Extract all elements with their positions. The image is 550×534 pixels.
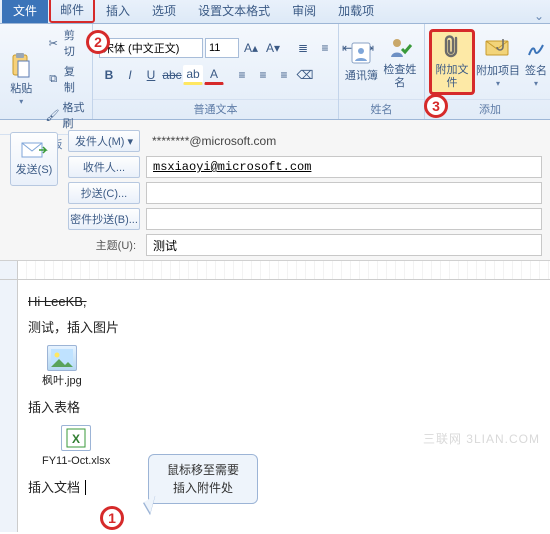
subject-label: 主题(U):: [68, 237, 140, 253]
body-line-2: 插入表格: [28, 398, 540, 418]
address-book-label: 通讯簿: [345, 70, 378, 83]
svg-text:X: X: [72, 432, 80, 446]
from-value: ********@microsoft.com: [146, 130, 542, 152]
mail-header: 发送(S) 发件人(M) ▾ ********@microsoft.com 收件…: [0, 120, 550, 261]
address-book-button[interactable]: 通讯簿: [343, 29, 380, 95]
align-center-button[interactable]: ≡: [253, 65, 273, 85]
brush-icon: 🖌: [46, 107, 60, 123]
to-button[interactable]: 收件人...: [68, 156, 140, 178]
attach-file-button[interactable]: 附加文件: [429, 29, 475, 95]
paste-button[interactable]: 粘贴 ▾: [4, 46, 39, 112]
tab-format-text[interactable]: 设置文本格式: [187, 0, 281, 23]
excel-file-icon: X: [61, 425, 91, 451]
tab-mail[interactable]: 邮件: [49, 0, 95, 23]
group-basic-text-label: 普通文本: [93, 99, 338, 119]
cut-button[interactable]: ✂ 剪切: [43, 26, 88, 60]
scissors-icon: ✂: [46, 35, 61, 51]
attach-file-label: 附加文件: [432, 64, 472, 90]
body-line-3: 插入文档: [28, 478, 540, 498]
step-marker-3: 3: [424, 94, 448, 118]
font-size-select[interactable]: [205, 38, 239, 58]
bcc-input[interactable]: [146, 208, 542, 230]
attachment-object-image[interactable]: 枫叶.jpg: [42, 345, 82, 390]
signature-button[interactable]: 签名 ▾: [521, 29, 550, 95]
group-names-label: 姓名: [339, 99, 424, 119]
callout-line2: 插入附件处: [157, 479, 249, 497]
attachment-object-xlsx[interactable]: X FY11-Oct.xlsx: [42, 425, 110, 470]
align-left-button[interactable]: ≡: [232, 65, 252, 85]
vertical-ruler[interactable]: [0, 280, 18, 532]
dropdown-caret-icon: ▾: [19, 97, 23, 107]
italic-button[interactable]: I: [120, 65, 140, 85]
group-clipboard: 粘贴 ▾ ✂ 剪切 ⧉ 复制 🖌 格式刷 剪贴板: [0, 24, 93, 119]
address-book-icon: [347, 39, 375, 67]
send-button[interactable]: 发送(S): [10, 132, 58, 186]
paperclip-icon: [438, 33, 466, 61]
group-names: 通讯簿 检查姓名 姓名: [339, 24, 425, 119]
clear-format-button[interactable]: ⌫: [295, 65, 315, 85]
horizontal-ruler[interactable]: [18, 261, 550, 279]
callout-line1: 鼠标移至需要: [157, 461, 249, 479]
font-color-button[interactable]: A: [204, 65, 224, 85]
cc-button[interactable]: 抄送(C)...: [68, 182, 140, 204]
bcc-button[interactable]: 密件抄送(B)...: [68, 208, 140, 230]
copy-label: 复制: [64, 63, 85, 95]
step-marker-1: 1: [100, 506, 124, 530]
check-names-button[interactable]: 检查姓名: [380, 29, 420, 95]
tab-file[interactable]: 文件: [2, 0, 48, 23]
bullets-button[interactable]: ≣: [293, 38, 313, 58]
ribbon: 粘贴 ▾ ✂ 剪切 ⧉ 复制 🖌 格式刷 剪贴板: [0, 24, 550, 120]
body-line-1: 测试，插入图片: [28, 318, 540, 338]
bold-button[interactable]: B: [99, 65, 119, 85]
instruction-callout: 鼠标移至需要 插入附件处: [148, 454, 258, 504]
copy-icon: ⧉: [46, 71, 61, 87]
dropdown-caret-icon: ▾: [534, 79, 538, 89]
message-body-editor[interactable]: Hi LeeKB, 测试，插入图片 枫叶.jpg 插入表格 X FY11-Oct…: [18, 280, 550, 532]
group-basic-text: A▴ A▾ ≣ ≡ ⇤ ⇥ B I U abc ab A ≡ ≡ ≡ ⌫: [93, 24, 339, 119]
from-button[interactable]: 发件人(M) ▾: [68, 130, 140, 152]
format-painter-label: 格式刷: [62, 99, 85, 131]
shrink-font-button[interactable]: A▾: [263, 38, 283, 58]
body-greeting: Hi LeeKB,: [28, 292, 540, 312]
signature-label: 签名: [525, 65, 547, 78]
check-names-icon: [386, 33, 414, 61]
numbering-button[interactable]: ≡: [315, 38, 335, 58]
strike-button[interactable]: abc: [162, 65, 182, 85]
image-thumbnail-icon: [47, 345, 77, 371]
font-family-select[interactable]: [99, 38, 203, 58]
attach-item-button[interactable]: 附加项目 ▾: [475, 29, 521, 95]
message-body-area: Hi LeeKB, 测试，插入图片 枫叶.jpg 插入表格 X FY11-Oct…: [0, 280, 550, 532]
tab-addins[interactable]: 加载项: [327, 0, 385, 23]
check-names-label: 检查姓名: [380, 64, 420, 90]
grow-font-button[interactable]: A▴: [241, 38, 261, 58]
copy-button[interactable]: ⧉ 复制: [43, 62, 88, 96]
to-input[interactable]: [146, 156, 542, 178]
envelope-send-icon: [21, 141, 47, 161]
send-label: 发送(S): [16, 161, 53, 177]
step-marker-2: 2: [86, 30, 110, 54]
underline-button[interactable]: U: [141, 65, 161, 85]
cc-input[interactable]: [146, 182, 542, 204]
signature-icon: [522, 34, 550, 62]
tab-review[interactable]: 审阅: [281, 0, 327, 23]
attach-item-icon: [484, 34, 512, 62]
attachment-caption: FY11-Oct.xlsx: [42, 453, 110, 470]
cut-label: 剪切: [64, 27, 85, 59]
format-painter-button[interactable]: 🖌 格式刷: [43, 98, 88, 132]
align-right-button[interactable]: ≡: [274, 65, 294, 85]
paste-icon: [7, 52, 35, 80]
subject-input[interactable]: [146, 234, 542, 256]
paste-label: 粘贴: [10, 83, 32, 96]
attachment-caption: 枫叶.jpg: [42, 373, 82, 390]
ribbon-minimize-icon[interactable]: ⌄: [534, 9, 550, 23]
tab-insert[interactable]: 插入: [95, 0, 141, 23]
tab-options[interactable]: 选项: [141, 0, 187, 23]
watermark: 三联网 3LIAN.COM: [423, 430, 540, 448]
ribbon-tabs: 文件 邮件 插入 选项 设置文本格式 审阅 加载项 ⌄: [0, 0, 550, 24]
dropdown-caret-icon: ▾: [496, 79, 500, 89]
ruler: [0, 261, 550, 280]
highlight-button[interactable]: ab: [183, 65, 203, 85]
attach-item-label: 附加项目: [476, 65, 520, 78]
